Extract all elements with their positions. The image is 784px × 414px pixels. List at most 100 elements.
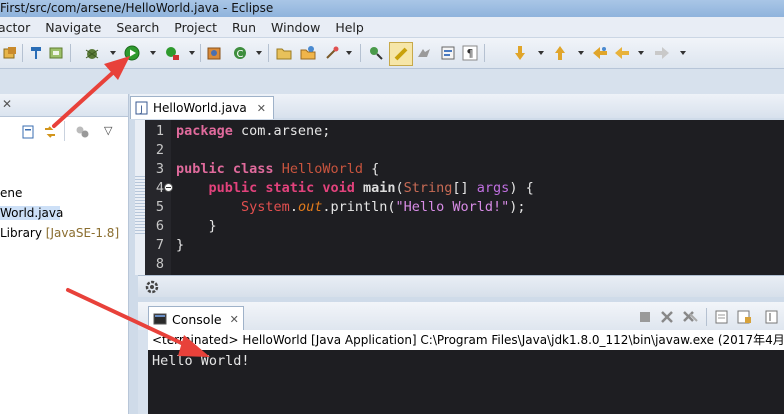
- console-icon: [153, 313, 167, 325]
- fold-collapse-icon[interactable]: [164, 183, 173, 192]
- menu-help[interactable]: Help: [335, 20, 364, 35]
- back-dropdown-icon[interactable]: [638, 51, 644, 55]
- code-text: .println(: [322, 199, 396, 215]
- new-java-project-icon[interactable]: [206, 45, 222, 61]
- debug-icon[interactable]: [84, 45, 100, 61]
- line-number: 5: [155, 199, 164, 215]
- svg-text:C: C: [237, 49, 244, 60]
- link-with-editor-icon[interactable]: [42, 124, 58, 140]
- previous-edit-dropdown-icon[interactable]: [578, 51, 584, 55]
- svg-text:¶: ¶: [467, 47, 474, 60]
- keyword: static: [257, 180, 315, 196]
- editor-ruler: [135, 120, 145, 275]
- tree-item-label: ene: [0, 186, 23, 200]
- back-icon[interactable]: [614, 45, 630, 61]
- show-whitespace-icon[interactable]: [440, 45, 456, 61]
- workbench-background: [0, 69, 784, 94]
- code-text: com.arsene;: [232, 123, 331, 139]
- search-tool-icon[interactable]: [324, 45, 340, 61]
- code-text: []: [452, 180, 477, 196]
- keyword: package: [176, 123, 233, 139]
- open-task-icon[interactable]: [300, 45, 316, 61]
- last-edit-location-icon[interactable]: [592, 45, 608, 61]
- view-menu-icon[interactable]: ▽: [104, 124, 112, 137]
- next-annotation-icon[interactable]: [368, 45, 384, 61]
- focus-on-active-task-icon[interactable]: [74, 124, 90, 140]
- code-text: );: [509, 199, 526, 215]
- open-type-icon[interactable]: [2, 45, 18, 61]
- paragraph-icon[interactable]: ¶: [462, 45, 478, 61]
- svg-text:J: J: [139, 105, 143, 115]
- window-title-bar: First/src/com/arsene/HelloWorld.java - E…: [0, 0, 784, 17]
- line-number: 2: [155, 142, 164, 158]
- class-name: HelloWorld: [273, 161, 363, 177]
- scroll-lock-icon[interactable]: [736, 309, 752, 325]
- next-edit-dropdown-icon[interactable]: [538, 51, 544, 55]
- forward-icon[interactable]: [654, 45, 670, 61]
- console-tab[interactable]: Console ✕: [148, 306, 244, 331]
- open-folder-icon[interactable]: [276, 45, 292, 61]
- line-number: 8: [155, 256, 164, 272]
- close-view-icon[interactable]: ✕: [2, 97, 12, 111]
- menu-search[interactable]: Search: [116, 20, 159, 35]
- external-tools-dropdown-icon[interactable]: [189, 51, 195, 55]
- toggle-mark-icon[interactable]: [48, 45, 64, 61]
- menu-refactor[interactable]: actor: [0, 20, 30, 35]
- tree-item-jre-library[interactable]: Library [JavaSE-1.8]: [0, 226, 119, 240]
- code-line-6: }: [176, 218, 217, 234]
- code-editor[interactable]: [135, 120, 784, 275]
- code-line-5: System.out.println("Hello World!");: [176, 199, 526, 215]
- next-edit-icon[interactable]: [512, 45, 528, 61]
- static-field: out: [297, 199, 323, 215]
- new-class-icon[interactable]: C: [232, 45, 248, 61]
- code-line-1: package com.arsene;: [176, 123, 330, 139]
- forward-dropdown-icon[interactable]: [680, 51, 686, 55]
- remove-all-terminated-icon[interactable]: [682, 310, 698, 324]
- clear-console-icon[interactable]: [714, 309, 730, 325]
- debug-dropdown-icon[interactable]: [110, 51, 116, 55]
- gear-icon[interactable]: [144, 279, 160, 295]
- run-dropdown-icon[interactable]: [150, 51, 156, 55]
- string-literal: "Hello World!": [395, 199, 510, 215]
- run-icon[interactable]: [124, 45, 140, 61]
- tree-item-java-file[interactable]: World.java: [0, 206, 64, 220]
- keyword: public: [208, 180, 258, 196]
- main-toolbar: C ¶: [0, 38, 784, 69]
- new-dropdown-icon[interactable]: [256, 51, 262, 55]
- console-tab-label: Console: [172, 311, 222, 327]
- menu-navigate[interactable]: Navigate: [45, 20, 101, 35]
- menu-window[interactable]: Window: [271, 20, 320, 35]
- run-last-tool-icon[interactable]: [164, 45, 180, 61]
- console-view-header: [138, 275, 784, 298]
- remove-launch-icon[interactable]: [660, 310, 674, 324]
- block-selection-icon[interactable]: [416, 45, 432, 61]
- method-name: main: [354, 180, 396, 196]
- tree-item-project[interactable]: ene: [0, 186, 22, 200]
- keyword: class: [224, 161, 274, 177]
- menu-bar: actor Navigate Search Project Run Window…: [0, 17, 784, 38]
- menu-project[interactable]: Project: [174, 20, 217, 35]
- toggle-mark-occurrences-button[interactable]: [389, 42, 413, 66]
- pin-console-icon[interactable]: [764, 309, 780, 325]
- collapse-all-icon[interactable]: [20, 124, 36, 140]
- terminate-icon[interactable]: [638, 310, 652, 324]
- code-line-4: public static void main(String[] args) {: [176, 180, 534, 196]
- editor-tab-helloworld[interactable]: J HelloWorld.java ✕: [130, 96, 274, 119]
- code-text: {: [362, 161, 380, 177]
- close-tab-icon[interactable]: ✕: [230, 313, 239, 326]
- tree-item-label: Library: [0, 226, 42, 240]
- code-text: ) {: [509, 180, 534, 196]
- pin-icon[interactable]: [28, 45, 44, 61]
- parameter-name: args: [476, 180, 510, 196]
- previous-edit-icon[interactable]: [552, 45, 568, 61]
- tree-item-label: World.java: [0, 206, 64, 220]
- menu-run[interactable]: Run: [232, 20, 256, 35]
- class-name: System: [241, 199, 290, 215]
- code-text: (: [395, 180, 404, 196]
- code-text: .: [289, 199, 298, 215]
- package-explorer: ✕ ▽ ene World.java Library [JavaSE-1.8]: [0, 94, 129, 414]
- close-tab-icon[interactable]: ✕: [257, 102, 266, 115]
- search-dropdown-icon[interactable]: [346, 51, 352, 55]
